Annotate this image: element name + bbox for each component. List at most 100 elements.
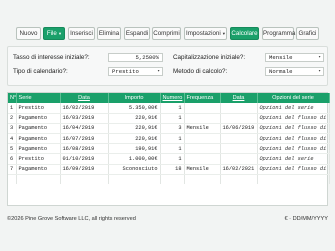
column-header-data-fine[interactable]: Data	[220, 93, 258, 103]
table-row[interactable]: 4 Pagamento 16/07/2019 220,91€ 1 Opzioni…	[8, 133, 330, 145]
end-date-cell[interactable]	[220, 113, 258, 124]
number-cell[interactable]: 1	[160, 143, 185, 155]
date-cell[interactable]: 16/03/2019	[60, 113, 109, 124]
end-date-cell[interactable]: 16/06/2019	[220, 123, 258, 135]
amount-cell[interactable]: 5.350,00€	[108, 103, 161, 114]
frequency-cell[interactable]	[184, 143, 221, 155]
serie-cell[interactable]: Pagamento	[16, 113, 61, 124]
insert-button[interactable]: Inserisci	[68, 27, 95, 40]
date-cell[interactable]: 16/02/2019	[60, 103, 109, 114]
calendar-type-label: Tipo di calendario?:	[13, 68, 68, 75]
interest-rate-label: Tasso di interesse iniziale?:	[13, 54, 90, 61]
amount-cell[interactable]: 220,91€	[108, 113, 161, 124]
currency-date-format[interactable]: € · DD/MM/YYYY	[284, 216, 328, 222]
date-cell[interactable]: 01/10/2019	[60, 153, 109, 165]
frequency-cell[interactable]	[184, 133, 221, 145]
calc-method-value: Normale	[269, 68, 293, 75]
end-date-cell[interactable]	[220, 153, 258, 165]
row-number: 1	[8, 103, 17, 114]
column-header-importo[interactable]: Importo	[108, 93, 161, 103]
frequency-cell[interactable]: Mensile	[184, 123, 221, 135]
options-cell[interactable]: Opzioni del flusso di	[257, 113, 330, 124]
options-cell[interactable]: Opzioni del flusso di	[257, 143, 330, 155]
empty-cell	[160, 174, 185, 185]
column-header-num: N°	[8, 93, 17, 103]
amount-cell[interactable]: 220,91€	[108, 133, 161, 145]
options-cell[interactable]: Opzioni del serie	[257, 103, 330, 114]
serie-cell[interactable]: Pagamento	[16, 133, 61, 145]
capitalization-value: Mensile	[269, 54, 293, 61]
file-menu-button[interactable]: File ▾	[43, 27, 65, 40]
frequency-cell[interactable]	[184, 113, 221, 124]
amount-cell[interactable]: 190,91€	[108, 143, 161, 155]
serie-cell[interactable]: Pagamento	[16, 143, 61, 155]
end-date-cell[interactable]: 16/02/2021	[220, 164, 258, 175]
calc-method-select[interactable]: Normale ▾	[265, 67, 324, 76]
number-cell[interactable]: 1	[160, 103, 185, 114]
frequency-cell[interactable]: Mensile	[184, 164, 221, 175]
row-number: 3	[8, 123, 17, 135]
empty-cell	[60, 174, 109, 185]
calendar-type-select[interactable]: Prestito ▾	[108, 67, 163, 76]
interest-rate-input[interactable]: 5,2500%	[108, 53, 163, 62]
table-row[interactable]: 2 Pagamento 16/03/2019 220,91€ 1 Opzioni…	[8, 113, 330, 124]
table-row[interactable]: 6 Prestito 01/10/2019 1.000,00€ 1 Opzion…	[8, 153, 330, 165]
amount-cell[interactable]: Sconosciuto	[108, 164, 161, 175]
serie-cell[interactable]: Prestito	[16, 103, 61, 114]
delete-button[interactable]: Elimina	[97, 27, 121, 40]
amount-cell[interactable]: 1.000,00€	[108, 153, 161, 165]
column-header-opzioni[interactable]: Opzioni del serie	[257, 93, 330, 103]
column-header-data[interactable]: Data	[60, 93, 109, 103]
table-row[interactable]: 3 Pagamento 16/04/2019 220,91€ 3 Mensile…	[8, 123, 330, 135]
copyright-text: ©2026 Pine Grove Software LLC, all right…	[7, 216, 136, 222]
expand-button[interactable]: Espandi	[124, 27, 150, 40]
empty-cell	[184, 174, 221, 185]
collapse-button[interactable]: Comprimi	[152, 27, 181, 40]
chevron-down-icon: ▾	[222, 31, 225, 36]
column-header-frequenza[interactable]: Frequenza	[184, 93, 221, 103]
empty-cell	[220, 174, 258, 185]
date-cell[interactable]: 16/08/2019	[60, 143, 109, 155]
frequency-cell[interactable]	[184, 153, 221, 165]
row-number: 2	[8, 113, 17, 124]
options-cell[interactable]: Opzioni del serie	[257, 153, 330, 165]
serie-cell[interactable]: Prestito	[16, 153, 61, 165]
cash-flow-grid: N° Serie Data Importo Numero Frequenza D…	[7, 92, 330, 206]
number-cell[interactable]: 1	[160, 133, 185, 145]
table-row[interactable]: 5 Pagamento 16/08/2019 190,91€ 1 Opzioni…	[8, 143, 330, 155]
row-number: 5	[8, 143, 17, 155]
schedule-button[interactable]: Programma	[262, 27, 295, 40]
row-number: 6	[8, 153, 17, 165]
capitalization-select[interactable]: Mensile ▾	[265, 53, 324, 62]
charts-button[interactable]: Grafici	[296, 27, 319, 40]
calendar-type-value: Prestito	[112, 68, 139, 75]
frequency-cell[interactable]	[184, 103, 221, 114]
settings-menu-button[interactable]: Impostazioni ▾	[184, 27, 227, 40]
column-header-numero[interactable]: Numero	[160, 93, 185, 103]
calc-method-label: Metodo di calcolo?:	[173, 68, 228, 75]
table-row[interactable]: 7 Pagamento 16/09/2019 Sconosciuto 18 Me…	[8, 164, 330, 175]
serie-cell[interactable]: Pagamento	[16, 123, 61, 135]
number-cell[interactable]: 18	[160, 164, 185, 175]
date-cell[interactable]: 16/09/2019	[60, 164, 109, 175]
amount-cell[interactable]: 220,91€	[108, 123, 161, 135]
table-row[interactable]: 1 Prestito 16/02/2019 5.350,00€ 1 Opzion…	[8, 103, 330, 114]
calculation-settings-panel: Tasso di interesse iniziale?: 5,2500% Ca…	[7, 46, 328, 86]
date-cell[interactable]: 16/04/2019	[60, 123, 109, 135]
end-date-cell[interactable]	[220, 103, 258, 114]
number-cell[interactable]: 3	[160, 123, 185, 135]
number-cell[interactable]: 1	[160, 113, 185, 124]
end-date-cell[interactable]	[220, 133, 258, 145]
number-cell[interactable]: 1	[160, 153, 185, 165]
options-cell[interactable]: Opzioni del flusso di	[257, 133, 330, 145]
calculate-button[interactable]: Calcolare	[230, 27, 259, 40]
column-header-serie[interactable]: Serie	[16, 93, 61, 103]
date-cell[interactable]: 16/07/2019	[60, 133, 109, 145]
serie-cell[interactable]: Pagamento	[16, 164, 61, 175]
new-button[interactable]: Nuovo	[16, 27, 41, 40]
dropdown-arrow-icon: ▾	[318, 55, 321, 60]
options-cell[interactable]: Opzioni del flusso di	[257, 164, 330, 175]
empty-cell	[257, 174, 330, 185]
end-date-cell[interactable]	[220, 143, 258, 155]
options-cell[interactable]: Opzioni del flusso di	[257, 123, 330, 135]
